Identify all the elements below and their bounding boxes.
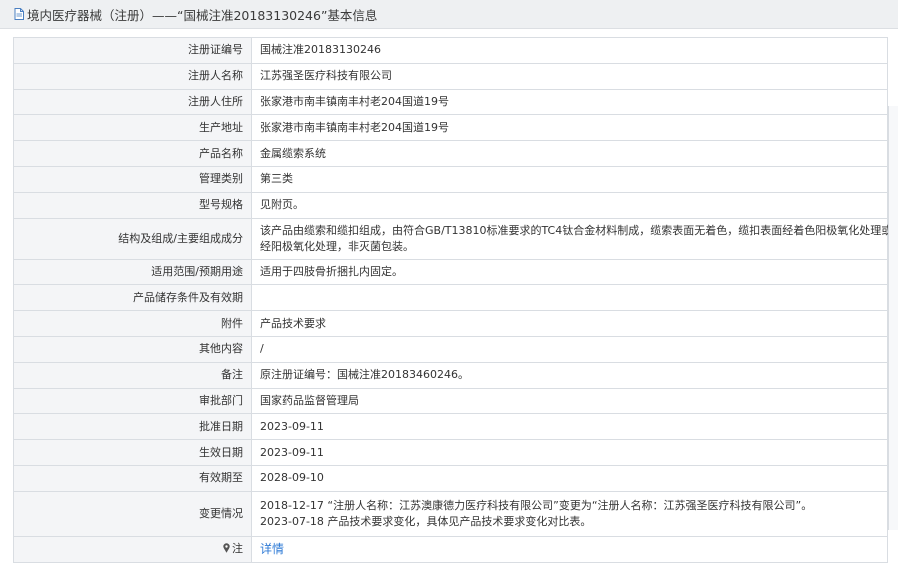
change-history: 2018-12-17 “注册人名称：江苏澳康德力医疗科技有限公司”变更为“注册人…: [251, 490, 888, 537]
registrant-address: 张家港市南丰镇南丰村老204国道19号: [251, 88, 888, 116]
approval-date: 2023-09-11: [251, 413, 888, 441]
storage-conditions: [251, 284, 888, 312]
row-label: 附件: [13, 310, 252, 337]
table-row: 注册人住所 张家港市南丰镇南丰村老204国道19号: [13, 88, 888, 116]
table-row: 生效日期 2023-09-11: [13, 439, 888, 466]
product-name: 金属缆索系统: [251, 140, 888, 167]
row-label: 其他内容: [13, 335, 252, 363]
row-label: 变更情况: [13, 490, 252, 537]
row-label: 备注: [13, 361, 252, 389]
row-label: 产品储存条件及有效期: [13, 284, 252, 312]
table-row: 注 详情: [13, 535, 888, 563]
note-value: 详情: [251, 535, 888, 563]
row-label: 管理类别: [13, 165, 252, 193]
registration-number: 国械注准20183130246: [251, 37, 888, 64]
text-line: 2018-12-17 “注册人名称：江苏澳康德力医疗科技有限公司”变更为“注册人…: [260, 498, 813, 512]
structure-composition: 该产品由缆索和缆扣组成，由符合GB/T13810标准要求的TC4钛合金材料制成，…: [251, 217, 898, 260]
text-line: 该产品由缆索和缆扣组成，由符合GB/T13810标准要求的TC4钛合金材料制成，…: [260, 223, 898, 237]
table-row: 型号规格 见附页。: [13, 191, 888, 219]
attachment: 产品技术要求: [251, 310, 888, 337]
page-header: 境内医疗器械（注册）——“国械注准20183130246”基本信息: [0, 0, 898, 29]
registrant-name: 江苏强圣医疗科技有限公司: [251, 62, 888, 90]
text-line: 2023-07-18 产品技术要求变化，具体见产品技术要求变化对比表。: [260, 514, 592, 528]
management-category: 第三类: [251, 165, 888, 193]
table-row: 适用范围/预期用途 适用于四肢骨折捆扎内固定。: [13, 258, 888, 286]
table-row: 备注 原注册证编号：国械注准20183460246。: [13, 361, 888, 389]
row-label: 型号规格: [13, 191, 252, 219]
table-row: 批准日期 2023-09-11: [13, 413, 888, 441]
approval-department: 国家药品监督管理局: [251, 387, 888, 415]
table-row: 产品名称 金属缆索系统: [13, 140, 888, 167]
row-label: 注册人名称: [13, 62, 252, 90]
table-row: 有效期至 2028-09-10: [13, 464, 888, 492]
row-label: 注册证编号: [13, 37, 252, 64]
table-row: 附件 产品技术要求: [13, 310, 888, 337]
table-row: 其他内容 /: [13, 335, 888, 363]
row-label: 产品名称: [13, 140, 252, 167]
page-title: 境内医疗器械（注册）——“国械注准20183130246”基本信息: [27, 7, 378, 23]
table-row: 产品储存条件及有效期: [13, 284, 888, 312]
table-row: 注册人名称 江苏强圣医疗科技有限公司: [13, 62, 888, 90]
document-icon: [14, 8, 24, 20]
production-address: 张家港市南丰镇南丰村老204国道19号: [251, 114, 888, 142]
table-row: 注册证编号 国械注准20183130246: [13, 37, 888, 64]
other-content: /: [251, 335, 888, 363]
info-table: 注册证编号 国械注准20183130246 注册人名称 江苏强圣医疗科技有限公司…: [13, 37, 898, 563]
table-row: 结构及组成/主要组成成分 该产品由缆索和缆扣组成，由符合GB/T13810标准要…: [13, 217, 898, 260]
expiry-date: 2028-09-10: [251, 464, 888, 492]
row-label: 结构及组成/主要组成成分: [13, 217, 252, 260]
table-row: 审批部门 国家药品监督管理局: [13, 387, 888, 415]
row-label: 注册人住所: [13, 88, 252, 116]
text-line: 经阳极氧化处理，非灭菌包装。: [260, 239, 414, 253]
row-label: 有效期至: [13, 464, 252, 492]
row-label: 生效日期: [13, 439, 252, 466]
table-row: 管理类别 第三类: [13, 165, 888, 193]
intended-use: 适用于四肢骨折捆扎内固定。: [251, 258, 888, 286]
effective-date: 2023-09-11: [251, 439, 888, 466]
remarks: 原注册证编号：国械注准20183460246。: [251, 361, 888, 389]
pin-icon: [222, 542, 231, 553]
details-link[interactable]: 详情: [260, 542, 284, 556]
table-row: 生产地址 张家港市南丰镇南丰村老204国道19号: [13, 114, 888, 142]
note-label: 注: [13, 535, 252, 563]
model-specification: 见附页。: [251, 191, 888, 219]
table-row: 变更情况 2018-12-17 “注册人名称：江苏澳康德力医疗科技有限公司”变更…: [13, 490, 888, 537]
row-label: 适用范围/预期用途: [13, 258, 252, 286]
row-label: 审批部门: [13, 387, 252, 415]
row-label: 注: [232, 542, 243, 556]
row-label: 生产地址: [13, 114, 252, 142]
row-label: 批准日期: [13, 413, 252, 441]
side-panel-edge: [888, 106, 898, 530]
